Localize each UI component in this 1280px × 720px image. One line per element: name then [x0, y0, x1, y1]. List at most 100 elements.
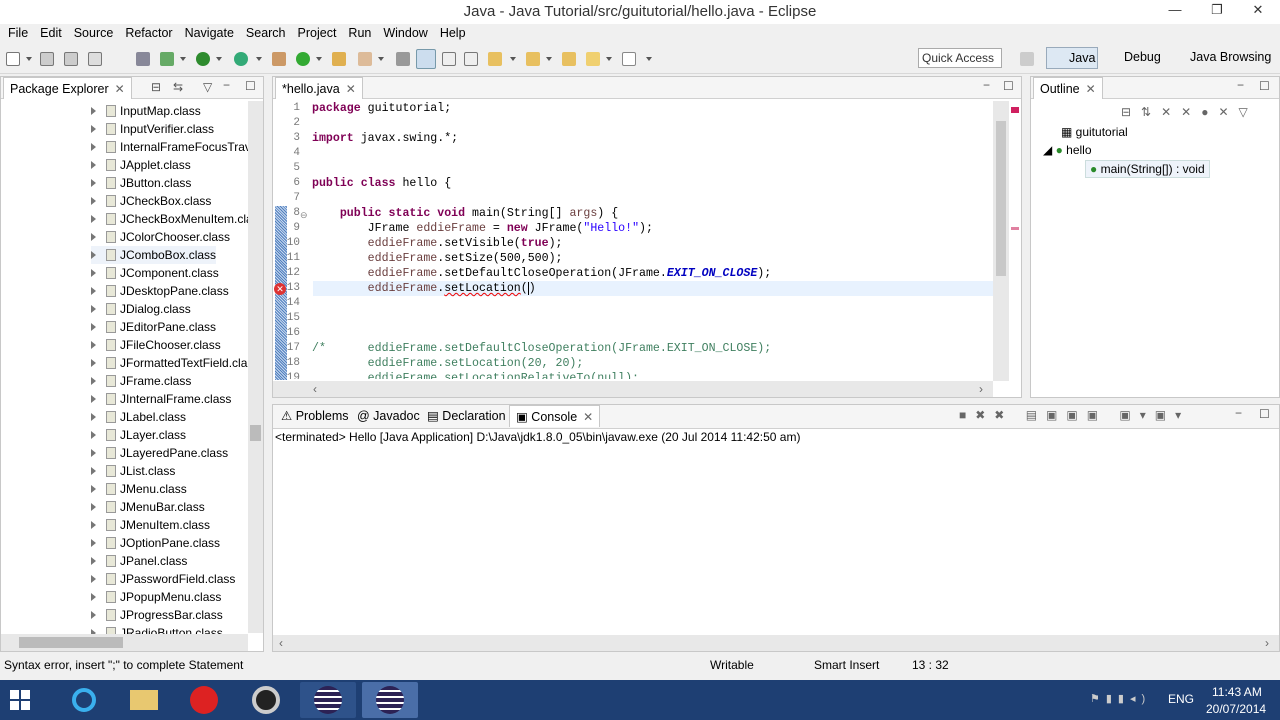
menu-run[interactable]: Run — [342, 24, 377, 44]
editor-horizontal-scrollbar[interactable]: ‹ › — [273, 381, 993, 397]
maximize-view-icon[interactable]: ☐ — [1003, 79, 1014, 93]
menu-help[interactable]: Help — [434, 24, 472, 44]
save-all-icon[interactable] — [64, 52, 78, 66]
tab-outline[interactable]: Outline ✕ — [1033, 77, 1103, 99]
view-menu-icon[interactable]: ▽ — [203, 80, 212, 94]
expand-icon[interactable] — [91, 557, 96, 565]
package-tree-item[interactable]: JOptionPane.class — [91, 534, 220, 552]
menu-file[interactable]: File — [2, 24, 34, 44]
next-annotation-icon[interactable] — [488, 52, 502, 66]
eclipse-active-icon[interactable] — [362, 682, 418, 718]
tab-console[interactable]: ▣ Console ✕ — [509, 405, 601, 427]
expand-icon[interactable] — [91, 467, 96, 475]
fold-toggle-icon[interactable]: ⊖ — [300, 210, 308, 221]
error-marker-icon[interactable]: ✕ — [274, 283, 286, 295]
expand-icon[interactable] — [91, 539, 96, 547]
expand-icon[interactable] — [91, 143, 96, 151]
maximize-button[interactable]: ❐ — [1202, 0, 1232, 22]
menu-window[interactable]: Window — [377, 24, 433, 44]
file-explorer-icon[interactable] — [116, 682, 172, 718]
skip-breakpoints-icon[interactable] — [136, 52, 150, 66]
search-icon[interactable] — [358, 52, 372, 66]
expand-icon[interactable] — [91, 215, 96, 223]
outline-method[interactable]: ● main(String[]) : void — [1085, 160, 1210, 178]
quick-access-input[interactable]: Quick Access — [918, 48, 1002, 68]
back-icon[interactable] — [586, 52, 600, 66]
open-perspective-icon[interactable] — [1020, 52, 1034, 66]
expand-icon[interactable] — [91, 341, 96, 349]
menu-navigate[interactable]: Navigate — [179, 24, 240, 44]
expand-icon[interactable] — [91, 107, 96, 115]
minimize-view-icon[interactable]: − — [983, 78, 990, 92]
collapse-all-icon[interactable]: ⊟ — [151, 80, 161, 94]
debug-icon[interactable] — [160, 52, 174, 66]
package-tree-item[interactable]: JList.class — [91, 462, 175, 480]
clock-date[interactable]: 20/07/2014 — [1206, 702, 1266, 716]
last-edit-icon[interactable] — [562, 52, 576, 66]
record-app-icon[interactable] — [238, 682, 294, 718]
menu-search[interactable]: Search — [240, 24, 292, 44]
horizontal-scrollbar[interactable] — [1, 634, 248, 651]
prev-annotation-icon[interactable] — [526, 52, 540, 66]
close-icon[interactable]: ✕ — [1086, 82, 1096, 96]
package-tree-item[interactable]: JComponent.class — [91, 264, 219, 282]
package-tree-item[interactable]: JLayer.class — [91, 426, 186, 444]
mark-occurrences-icon[interactable] — [416, 49, 436, 69]
language-indicator[interactable]: ENG — [1168, 692, 1194, 706]
error-overview-marker[interactable] — [1011, 107, 1019, 113]
expand-icon[interactable] — [91, 305, 96, 313]
eclipse-icon[interactable] — [300, 682, 356, 718]
save-icon[interactable] — [40, 52, 54, 66]
open-task-icon[interactable] — [396, 52, 410, 66]
show-whitespace-icon[interactable] — [464, 52, 478, 66]
package-tree-item[interactable]: JLayeredPane.class — [91, 444, 228, 462]
expand-icon[interactable] — [91, 269, 96, 277]
expand-icon[interactable] — [91, 611, 96, 619]
package-tree-item[interactable]: JEditorPane.class — [91, 318, 216, 336]
expand-icon[interactable] — [91, 485, 96, 493]
package-tree-item[interactable]: JPopupMenu.class — [91, 588, 221, 606]
tab-declaration[interactable]: ▤ Declaration — [421, 405, 512, 427]
open-type-icon[interactable] — [332, 52, 346, 66]
tab-hello-java[interactable]: *hello.java ✕ — [275, 77, 363, 99]
print-icon[interactable] — [88, 52, 102, 66]
menu-edit[interactable]: Edit — [34, 24, 68, 44]
package-tree-item[interactable]: JLabel.class — [91, 408, 186, 426]
package-tree-item[interactable]: JInternalFrame.class — [91, 390, 231, 408]
package-tree-item[interactable]: JFileChooser.class — [91, 336, 221, 354]
new-package-icon[interactable] — [272, 52, 286, 66]
start-icon[interactable] — [10, 690, 30, 710]
new-class-icon[interactable] — [296, 52, 310, 66]
expand-icon[interactable] — [91, 593, 96, 601]
expand-icon[interactable] — [91, 287, 96, 295]
outline-class[interactable]: ◢ ● hello — [1043, 143, 1092, 157]
clock-time[interactable]: 11:43 AM — [1212, 685, 1262, 699]
tab-javadoc[interactable]: @ Javadoc — [351, 405, 426, 427]
error-overview-marker[interactable] — [1011, 227, 1019, 230]
tab-package-explorer[interactable]: Package Explorer ✕ — [3, 77, 132, 99]
expand-icon[interactable] — [91, 521, 96, 529]
outline-package[interactable]: ▦ guitutorial — [1061, 125, 1128, 139]
minimize-view-icon[interactable]: − — [1235, 406, 1242, 420]
package-tree-item[interactable]: JDesktopPane.class — [91, 282, 229, 300]
minimize-view-icon[interactable]: − — [1237, 78, 1244, 92]
expand-icon[interactable] — [91, 359, 96, 367]
minimize-view-icon[interactable]: − — [223, 78, 230, 92]
package-tree-item[interactable]: JMenuBar.class — [91, 498, 205, 516]
run-icon[interactable] — [196, 52, 210, 66]
package-tree-item[interactable]: JCheckBox.class — [91, 192, 211, 210]
maximize-view-icon[interactable]: ☐ — [245, 79, 256, 93]
menu-project[interactable]: Project — [292, 24, 343, 44]
package-tree-item[interactable]: JDialog.class — [91, 300, 191, 318]
close-window-button[interactable]: ✕ — [1236, 0, 1280, 22]
expand-icon[interactable] — [91, 233, 96, 241]
expand-icon[interactable] — [91, 395, 96, 403]
package-tree-item[interactable]: JApplet.class — [91, 156, 191, 174]
expand-icon[interactable] — [91, 503, 96, 511]
expand-icon[interactable] — [91, 413, 96, 421]
close-icon[interactable]: ✕ — [583, 410, 593, 424]
system-tray-icons[interactable]: ⚑▮▮◂) — [1090, 692, 1151, 705]
expand-icon[interactable] — [91, 323, 96, 331]
vertical-scrollbar[interactable] — [248, 101, 263, 633]
package-tree-item[interactable]: InputMap.class — [91, 102, 201, 120]
